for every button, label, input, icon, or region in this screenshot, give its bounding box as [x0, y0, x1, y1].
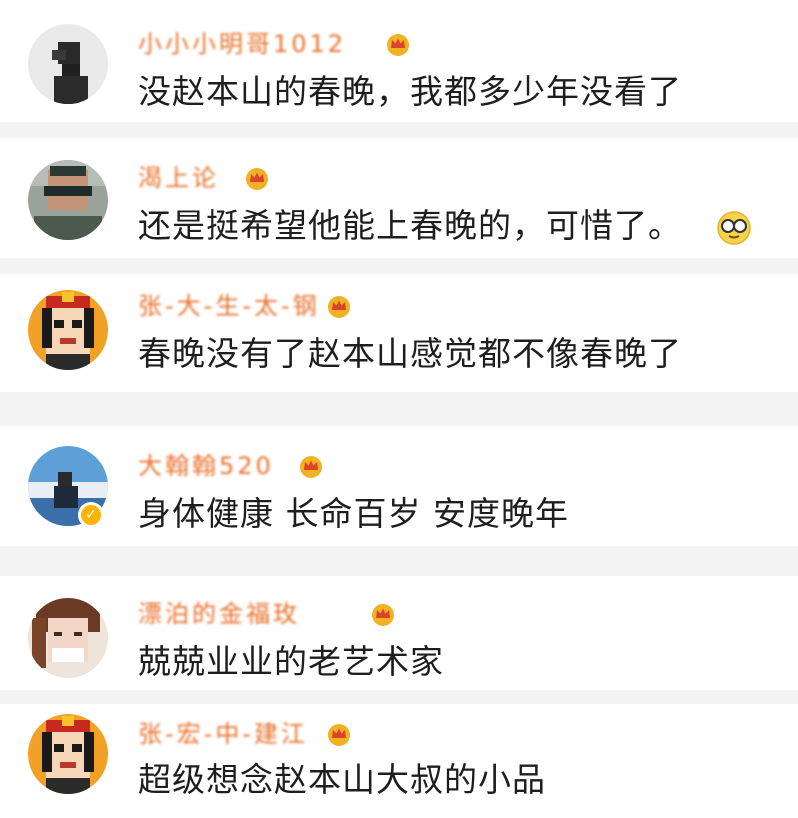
sunglasses-face-emoji: [717, 211, 751, 245]
username[interactable]: 小小小明哥1012: [138, 30, 346, 58]
avatar[interactable]: [28, 160, 108, 240]
separator: [0, 392, 798, 426]
username[interactable]: 漂泊的金福玫: [138, 600, 300, 628]
comment-item[interactable]: 小小小明哥1012 没赵本山的春晚，我都多少年没看了: [0, 0, 798, 122]
comment-item[interactable]: 张-宏-中-建江 超级想念赵本山大叔的小品: [0, 704, 798, 818]
verified-icon: ✓: [78, 502, 104, 528]
crown-icon: [246, 168, 268, 190]
crown-icon: [372, 604, 394, 626]
username[interactable]: 张-大-生-太-钢: [138, 292, 320, 320]
comment-text: 春晚没有了赵本山感觉都不像春晚了: [138, 334, 682, 373]
separator: [0, 122, 798, 138]
avatar[interactable]: [28, 714, 108, 794]
comment-text: 还是挺希望他能上春晚的，可惜了。: [138, 206, 682, 245]
separator: [0, 258, 798, 274]
username[interactable]: 大翰翰520: [138, 452, 274, 480]
comment-item[interactable]: 渴上论 还是挺希望他能上春晚的，可惜了。: [0, 138, 798, 258]
comment-list: 小小小明哥1012 没赵本山的春晚，我都多少年没看了 渴上论 还是挺希望他能上春…: [0, 0, 798, 818]
comment-item[interactable]: ✓ 大翰翰520 身体健康 长命百岁 安度晚年: [0, 426, 798, 546]
username[interactable]: 渴上论: [138, 164, 219, 192]
username[interactable]: 张-宏-中-建江: [138, 720, 308, 748]
comment-text: 没赵本山的春晚，我都多少年没看了: [138, 72, 682, 111]
crown-icon: [300, 456, 322, 478]
crown-icon: [328, 296, 350, 318]
avatar[interactable]: [28, 24, 108, 104]
comment-item[interactable]: 张-大-生-太-钢 春晚没有了赵本山感觉都不像春晚了: [0, 274, 798, 392]
crown-icon: [328, 724, 350, 746]
separator: [0, 690, 798, 704]
avatar[interactable]: [28, 290, 108, 370]
comment-text: 身体健康 长命百岁 安度晚年: [138, 494, 569, 533]
avatar[interactable]: [28, 598, 108, 678]
crown-icon: [387, 34, 409, 56]
separator: [0, 546, 798, 576]
comment-text: 兢兢业业的老艺术家: [138, 642, 444, 681]
comment-text: 超级想念赵本山大叔的小品: [138, 760, 546, 799]
comment-item[interactable]: 漂泊的金福玫 兢兢业业的老艺术家: [0, 576, 798, 690]
